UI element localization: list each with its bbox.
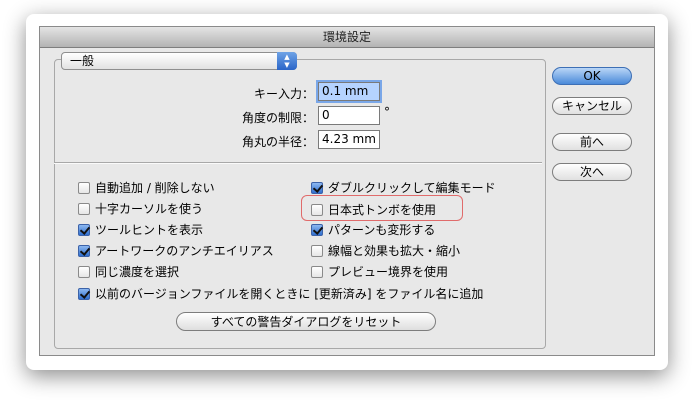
checkbox-checked-icon bbox=[78, 287, 90, 300]
checkbox-checked-icon bbox=[78, 244, 90, 257]
option-same-density[interactable]: 同じ濃度を選択 bbox=[78, 263, 179, 280]
checkbox-unchecked-icon bbox=[78, 181, 90, 194]
corner-radius-label: 角丸の半径： bbox=[241, 135, 314, 149]
category-popup[interactable]: 一般 ▲ ▼ bbox=[61, 52, 297, 70]
option-double-click-edit[interactable]: ダブルクリックして編集モード bbox=[311, 179, 496, 196]
key-input-field[interactable]: 0.1 mm bbox=[318, 82, 380, 101]
checkbox-unchecked-icon bbox=[311, 244, 323, 257]
section-divider bbox=[54, 162, 542, 164]
option-legacy-files[interactable]: 以前のバージョンファイルを開くときに [更新済み] をファイル名に追加 bbox=[78, 285, 483, 302]
option-japanese-crop-marks[interactable]: 日本式トンボを使用 bbox=[311, 201, 436, 218]
option-auto-add-delete[interactable]: 自動追加 / 削除しない bbox=[78, 179, 215, 196]
prev-button[interactable]: 前へ bbox=[552, 133, 632, 151]
option-scale-strokes[interactable]: 線幅と効果も拡大・縮小 bbox=[311, 242, 460, 259]
checkbox-checked-icon bbox=[311, 223, 323, 236]
checkbox-checked-icon bbox=[311, 181, 323, 194]
angle-limit-label: 角度の制限： bbox=[241, 111, 314, 125]
option-tool-tips[interactable]: ツールヒントを表示 bbox=[78, 221, 203, 238]
key-input-label: キー入力： bbox=[253, 87, 314, 101]
dialog-title: 環境設定 bbox=[40, 27, 654, 48]
angle-limit-field[interactable]: 0 bbox=[318, 106, 380, 125]
checkbox-checked-icon bbox=[78, 223, 90, 236]
option-cross-cursor[interactable]: 十字カーソルを使う bbox=[78, 200, 203, 217]
ok-button[interactable]: OK bbox=[552, 67, 632, 85]
reset-warnings-button[interactable]: すべての警告ダイアログをリセット bbox=[176, 312, 436, 331]
cancel-button[interactable]: キャンセル bbox=[552, 97, 632, 115]
popup-arrows-icon: ▲ ▼ bbox=[277, 52, 297, 70]
checkbox-unchecked-icon bbox=[78, 265, 90, 278]
option-antialias-artwork[interactable]: アートワークのアンチエイリアス bbox=[78, 242, 274, 259]
option-preview-bounds[interactable]: プレビュー境界を使用 bbox=[311, 263, 448, 280]
category-popup-value: 一般 bbox=[70, 54, 95, 68]
checkbox-unchecked-icon bbox=[311, 265, 323, 278]
next-button[interactable]: 次へ bbox=[552, 163, 632, 181]
option-transform-patterns[interactable]: パターンも変形する bbox=[311, 221, 435, 238]
degree-unit: ° bbox=[384, 105, 390, 119]
checkbox-unchecked-icon bbox=[311, 203, 323, 216]
corner-radius-field[interactable]: 4.23 mm bbox=[318, 130, 380, 149]
checkbox-unchecked-icon bbox=[78, 202, 90, 215]
